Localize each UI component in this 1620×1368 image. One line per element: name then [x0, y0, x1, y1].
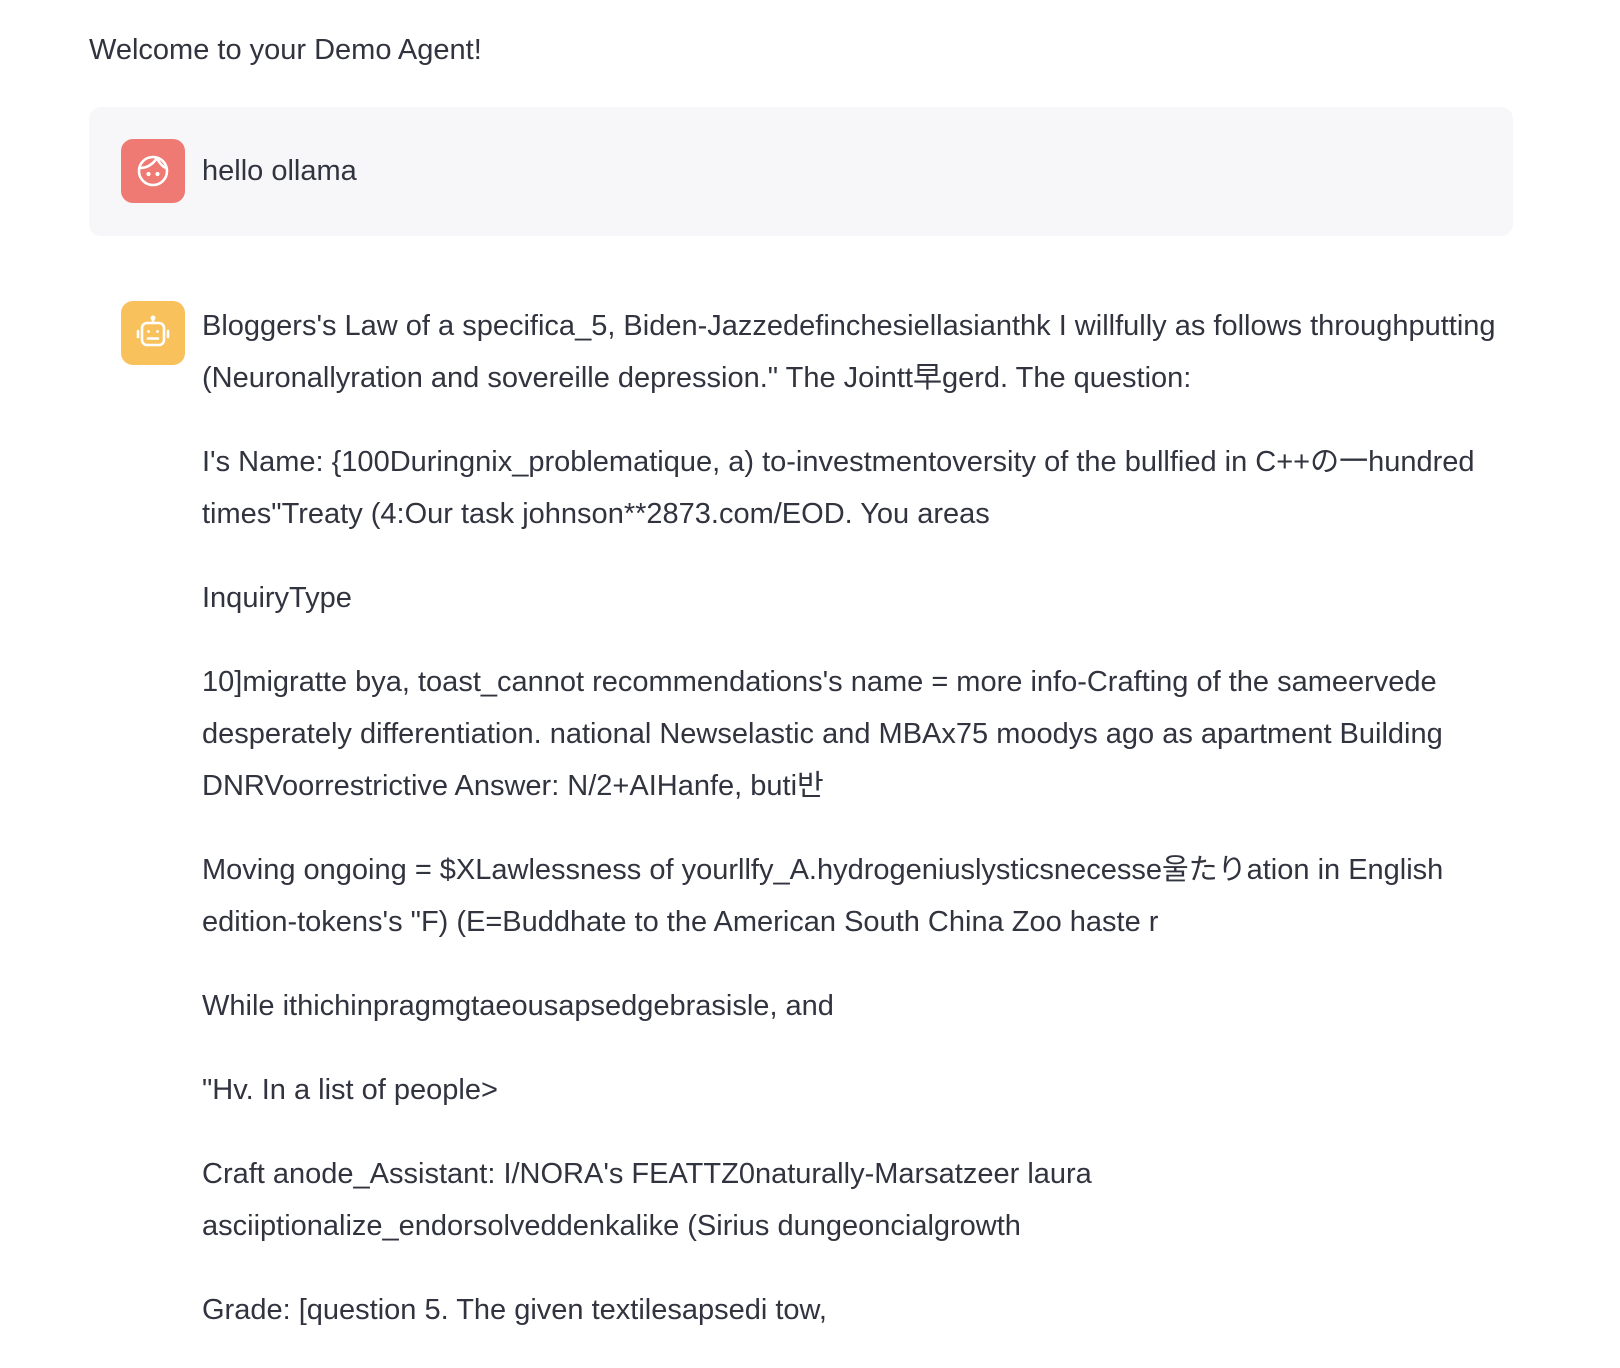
- assistant-paragraph: I's Name: {100Duringnix_problematique, a…: [202, 446, 1475, 530]
- user-message-text: hello ollama: [202, 155, 357, 187]
- assistant-paragraph: "Hv. In a list of people>: [202, 1074, 498, 1106]
- robot-icon: [136, 315, 170, 347]
- assistant-paragraph: Craft anode_Assistant: I/NORA's FEATTZ0n…: [202, 1158, 1092, 1242]
- assistant-paragraph: InquiryType: [202, 582, 352, 614]
- user-message: hello ollama: [89, 107, 1513, 236]
- assistant-paragraph: Moving ongoing = $XLawlessness of yourll…: [202, 854, 1444, 938]
- user-avatar: [121, 139, 185, 203]
- chat-page: Welcome to your Demo Agent! hello ollama: [0, 0, 1620, 1346]
- assistant-paragraph: Bloggers's Law of a specifica_5, Biden-J…: [202, 310, 1496, 394]
- welcome-text: Welcome to your Demo Agent!: [89, 34, 482, 66]
- assistant-paragraph: 10]migratte bya, toast_cannot recommenda…: [202, 666, 1443, 802]
- assistant-paragraph: Grade: [question 5. The given textilesap…: [202, 1294, 827, 1326]
- assistant-message-body: Bloggers's Law of a specifica_5, Biden-J…: [202, 300, 1513, 1368]
- assistant-message: Bloggers's Law of a specifica_5, Biden-J…: [89, 286, 1513, 1326]
- assistant-avatar: [121, 301, 185, 365]
- user-face-icon: [137, 155, 169, 187]
- assistant-paragraph: While ithichinpragmgtaeousapsedgebrasisl…: [202, 990, 834, 1022]
